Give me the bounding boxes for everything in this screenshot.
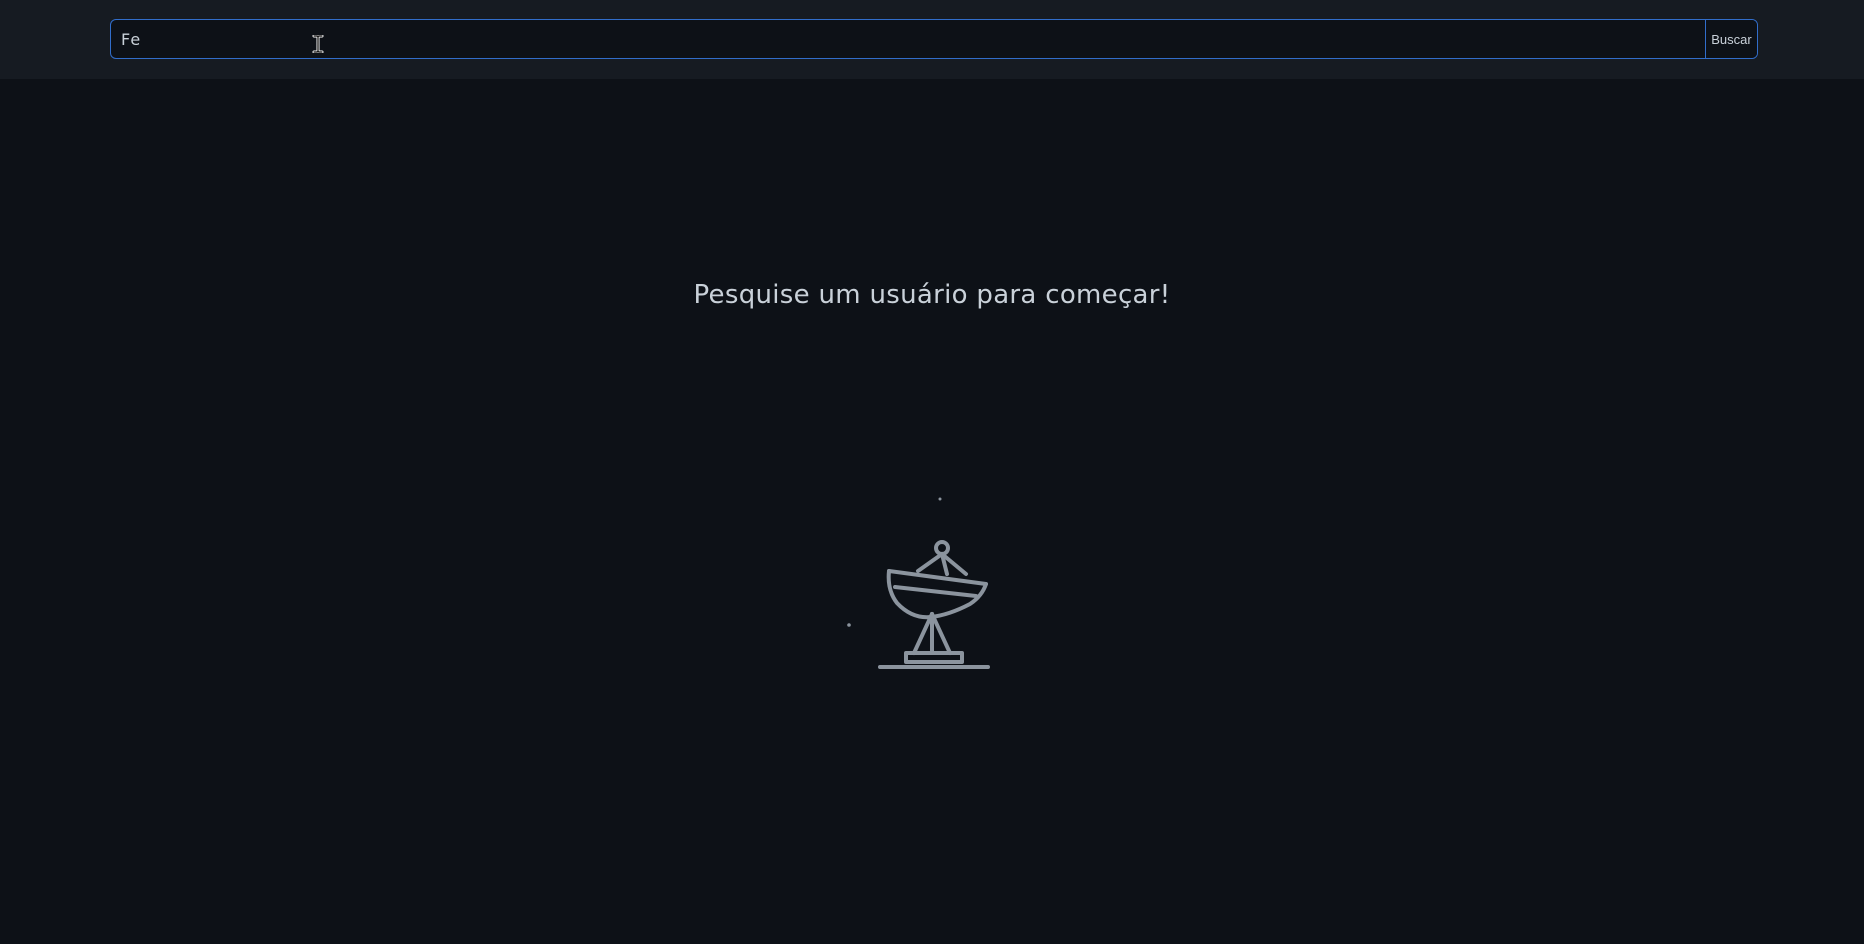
search-form: Buscar xyxy=(110,19,1758,59)
satellite-dish-icon xyxy=(847,497,990,669)
search-input[interactable] xyxy=(111,20,1705,58)
search-button[interactable]: Buscar xyxy=(1705,20,1757,58)
empty-state-message: Pesquise um usuário para começar! xyxy=(693,280,1171,310)
top-header: Buscar xyxy=(0,0,1864,79)
